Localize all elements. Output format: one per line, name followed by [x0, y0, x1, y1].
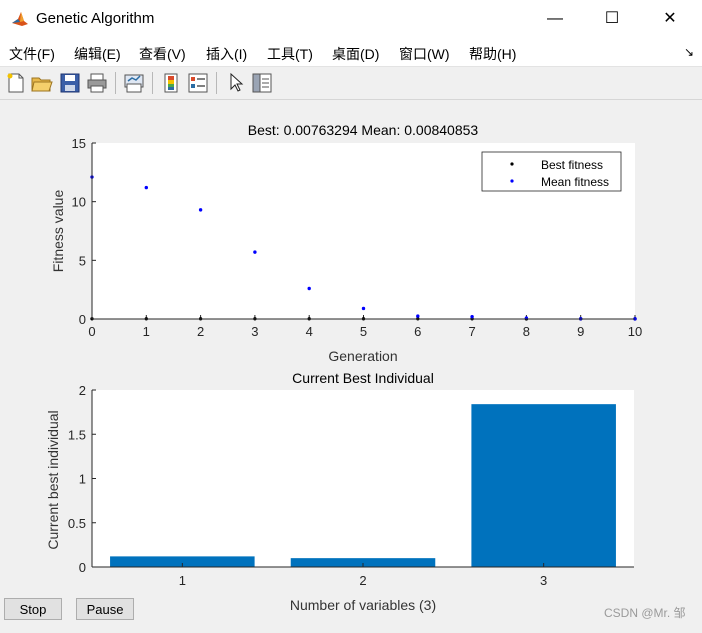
y-tick-label: 0.5	[68, 516, 86, 531]
toolbar-separator	[115, 72, 116, 94]
close-button[interactable]: ✕	[647, 0, 693, 38]
x-tick-label: 2	[359, 573, 366, 588]
y-tick-label: 10	[72, 195, 86, 210]
title-bar: Genetic Algorithm — ☐ ✕	[0, 0, 702, 38]
colorbar-icon[interactable]	[159, 71, 183, 95]
x-tick-label: 10	[628, 324, 642, 339]
toolbar-separator	[216, 72, 217, 94]
y-tick-label: 2	[79, 383, 86, 398]
y-tick-label: 1	[79, 472, 86, 487]
x-tick-label: 0	[88, 324, 95, 339]
open-file-icon[interactable]	[30, 71, 54, 95]
x-tick-label: 4	[306, 324, 313, 339]
pause-button[interactable]: Pause	[76, 598, 134, 620]
best-individual-y-axis-label: Current best individual	[45, 410, 61, 549]
print-icon[interactable]	[85, 71, 109, 95]
legend-icon[interactable]	[186, 71, 210, 95]
mean-fitness-point	[307, 286, 311, 291]
y-tick-label: 0	[79, 312, 86, 327]
fitness-legend: Best fitness Mean fitness	[481, 151, 622, 192]
pointer-icon[interactable]	[223, 71, 247, 95]
x-tick-label: 1	[143, 324, 150, 339]
fitness-x-axis-label: Generation	[328, 348, 397, 364]
bar-variable-3	[471, 404, 616, 567]
y-tick-label: 5	[79, 253, 86, 268]
mean-fitness-point	[470, 314, 474, 319]
best-individual-axes: Current Best Individual Number of variab…	[45, 370, 634, 613]
matlab-icon	[10, 9, 30, 29]
menu-window[interactable]: 窗口(W)	[399, 44, 450, 64]
figure-canvas: Best: 0.00763294 Mean: 0.00840853 Genera…	[0, 100, 702, 628]
menu-view[interactable]: 查看(V)	[139, 44, 186, 64]
window-title: Genetic Algorithm	[36, 10, 155, 27]
new-figure-icon[interactable]	[4, 71, 28, 95]
save-icon[interactable]	[58, 71, 82, 95]
legend-label-best: Best fitness	[541, 158, 603, 172]
fitness-chart-title: Best: 0.00763294 Mean: 0.00840853	[248, 122, 479, 138]
menu-bar: 文件(F) 编辑(E) 查看(V) 插入(I) 工具(T) 桌面(D) 窗口(W…	[0, 38, 702, 67]
link-plot-icon[interactable]	[122, 71, 146, 95]
menu-file[interactable]: 文件(F)	[9, 44, 55, 64]
maximize-button[interactable]: ☐	[589, 0, 635, 38]
menu-tools[interactable]: 工具(T)	[267, 44, 313, 64]
x-tick-label: 2	[197, 324, 204, 339]
x-tick-label: 1	[179, 573, 186, 588]
x-tick-label: 8	[523, 324, 530, 339]
best-individual-chart-title: Current Best Individual	[292, 370, 434, 386]
legend-label-mean: Mean fitness	[541, 175, 609, 189]
property-inspector-icon[interactable]	[250, 71, 274, 95]
watermark-text: CSDN @Mr. 邹	[604, 606, 686, 620]
menu-help[interactable]: 帮助(H)	[469, 44, 516, 64]
x-tick-label: 9	[577, 324, 584, 339]
menu-insert[interactable]: 插入(I)	[206, 44, 247, 64]
stop-button[interactable]: Stop	[4, 598, 62, 620]
menu-edit[interactable]: 编辑(E)	[74, 44, 121, 64]
minimize-button[interactable]: —	[532, 0, 578, 38]
x-tick-label: 6	[414, 324, 421, 339]
figure-svg: Best: 0.00763294 Mean: 0.00840853 Genera…	[45, 122, 642, 613]
legend-marker-mean	[510, 179, 514, 183]
fitness-axes: Best: 0.00763294 Mean: 0.00840853 Genera…	[50, 122, 642, 364]
y-tick-label: 15	[72, 136, 86, 151]
y-tick-label: 1.5	[68, 427, 86, 442]
menu-overflow-icon[interactable]: ↘	[684, 45, 694, 59]
x-tick-label: 3	[251, 324, 258, 339]
toolbar-separator	[152, 72, 153, 94]
mean-fitness-point	[416, 314, 420, 318]
mean-fitness-point	[144, 185, 148, 190]
x-tick-label: 7	[468, 324, 475, 339]
menu-desktop[interactable]: 桌面(D)	[332, 44, 379, 64]
mean-fitness-point	[361, 306, 366, 311]
legend-marker-best	[510, 162, 514, 166]
toolbar	[0, 67, 702, 100]
mean-fitness-point	[198, 208, 203, 212]
mean-fitness-point	[253, 250, 257, 254]
x-tick-label: 5	[360, 324, 367, 339]
y-tick-label: 0	[79, 560, 86, 575]
best-individual-x-axis-label: Number of variables (3)	[290, 597, 436, 613]
x-tick-label: 3	[540, 573, 547, 588]
fitness-y-axis-label: Fitness value	[50, 190, 66, 273]
